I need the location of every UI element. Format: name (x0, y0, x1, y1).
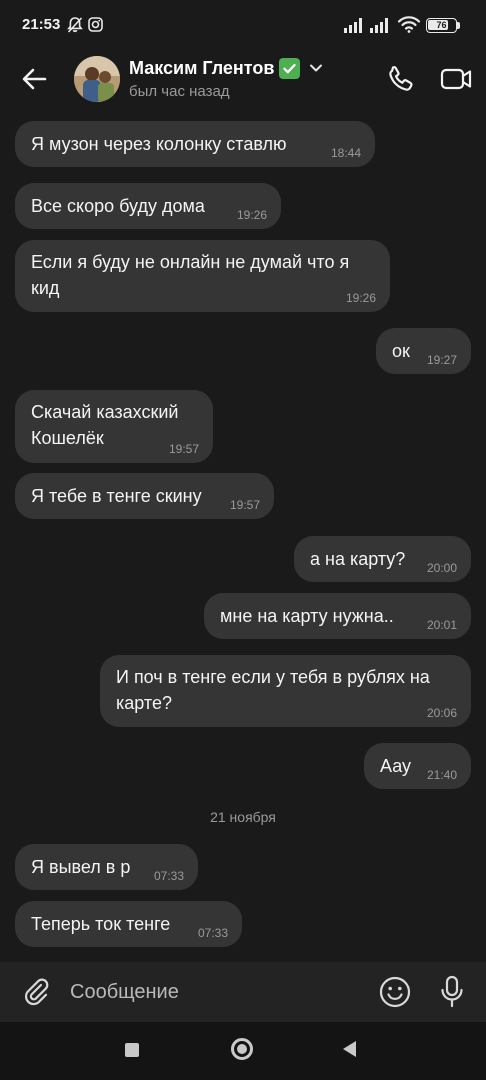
battery-icon: 76 (426, 18, 457, 33)
chat-header: Максим Глентов был час назад (0, 52, 486, 112)
chevron-down-icon[interactable] (309, 60, 323, 78)
message-text: Я музон через колонку ставлю (31, 134, 287, 154)
phone-icon (389, 66, 413, 91)
smiley-icon[interactable] (378, 975, 412, 1014)
system-navigation-bar (0, 1022, 486, 1080)
message-text: а на карту? (310, 549, 406, 569)
system-back-button[interactable] (343, 1041, 356, 1057)
message-time: 07:33 (153, 869, 184, 883)
message-text: ок (392, 341, 410, 361)
message-outgoing[interactable]: Аау 21:40 (364, 743, 471, 789)
message-incoming[interactable]: Все скоро буду дома 19:26 (15, 183, 281, 229)
message-time: 07:33 (197, 926, 228, 940)
message-composer (0, 962, 486, 1022)
message-text: Теперь ток тенге (31, 914, 171, 934)
message-incoming[interactable]: Скачай казахский Кошелёк 19:57 (15, 390, 213, 463)
message-input[interactable] (70, 977, 360, 1007)
message-text: И поч в тенге если у тебя в рублях на ка… (116, 667, 430, 713)
video-camera-icon (440, 68, 472, 90)
microphone-icon[interactable] (438, 974, 466, 1015)
message-text: Если я буду не онлайн не думай что я кид (31, 252, 350, 298)
signal-icon (344, 17, 366, 38)
message-time: 20:06 (426, 706, 457, 720)
back-button[interactable] (18, 62, 52, 96)
message-outgoing[interactable]: ок 19:27 (376, 328, 471, 374)
message-time: 19:26 (345, 291, 376, 305)
message-text: Все скоро буду дома (31, 196, 205, 216)
message-time: 20:01 (426, 618, 457, 632)
message-time: 21:40 (426, 768, 457, 782)
last-seen-status: был час назад (129, 83, 230, 100)
message-time: 18:44 (330, 146, 361, 160)
wifi-icon (397, 15, 421, 38)
message-outgoing[interactable]: И поч в тенге если у тебя в рублях на ка… (100, 655, 471, 727)
message-time: 19:27 (426, 353, 457, 367)
contact-name-row[interactable]: Максим Глентов (129, 58, 323, 79)
message-text: Аау (380, 756, 412, 776)
contact-name: Максим Глентов (129, 58, 275, 78)
message-incoming[interactable]: Если я буду не онлайн не думай что я кид… (15, 240, 390, 312)
status-time: 21:53 (22, 16, 61, 33)
message-text: Скачай казахский Кошелёк (31, 402, 179, 448)
message-text: Я вывел в р (31, 857, 131, 877)
home-button[interactable] (231, 1038, 253, 1060)
status-bar: 21:53 76 (0, 0, 486, 52)
check-mark-icon (279, 58, 301, 79)
battery-level: 76 (436, 20, 447, 30)
date-separator: 21 ноября (210, 809, 276, 825)
paperclip-icon[interactable] (20, 976, 52, 1013)
call-button[interactable] (384, 62, 418, 96)
signal-icon (370, 17, 392, 38)
message-time: 19:57 (168, 442, 199, 456)
arrow-left-icon (22, 68, 47, 90)
message-incoming[interactable]: Теперь ток тенге 07:33 (15, 901, 242, 947)
instagram-icon (88, 17, 103, 37)
avatar[interactable] (74, 56, 120, 102)
message-outgoing[interactable]: а на карту? 20:00 (294, 536, 471, 582)
message-text: мне на карту нужна.. (220, 606, 394, 626)
message-outgoing[interactable]: мне на карту нужна.. 20:01 (204, 593, 471, 639)
message-time: 20:00 (426, 561, 457, 575)
bell-muted-icon (66, 16, 84, 39)
message-time: 19:57 (229, 498, 260, 512)
recents-button[interactable] (125, 1043, 139, 1057)
message-incoming[interactable]: Я тебе в тенге скину 19:57 (15, 473, 274, 519)
message-text: Я тебе в тенге скину (31, 486, 202, 506)
video-call-button[interactable] (438, 62, 476, 96)
message-time: 19:26 (236, 208, 267, 222)
message-incoming[interactable]: Я вывел в р 07:33 (15, 844, 198, 890)
message-incoming[interactable]: Я музон через колонку ставлю 18:44 (15, 121, 375, 167)
